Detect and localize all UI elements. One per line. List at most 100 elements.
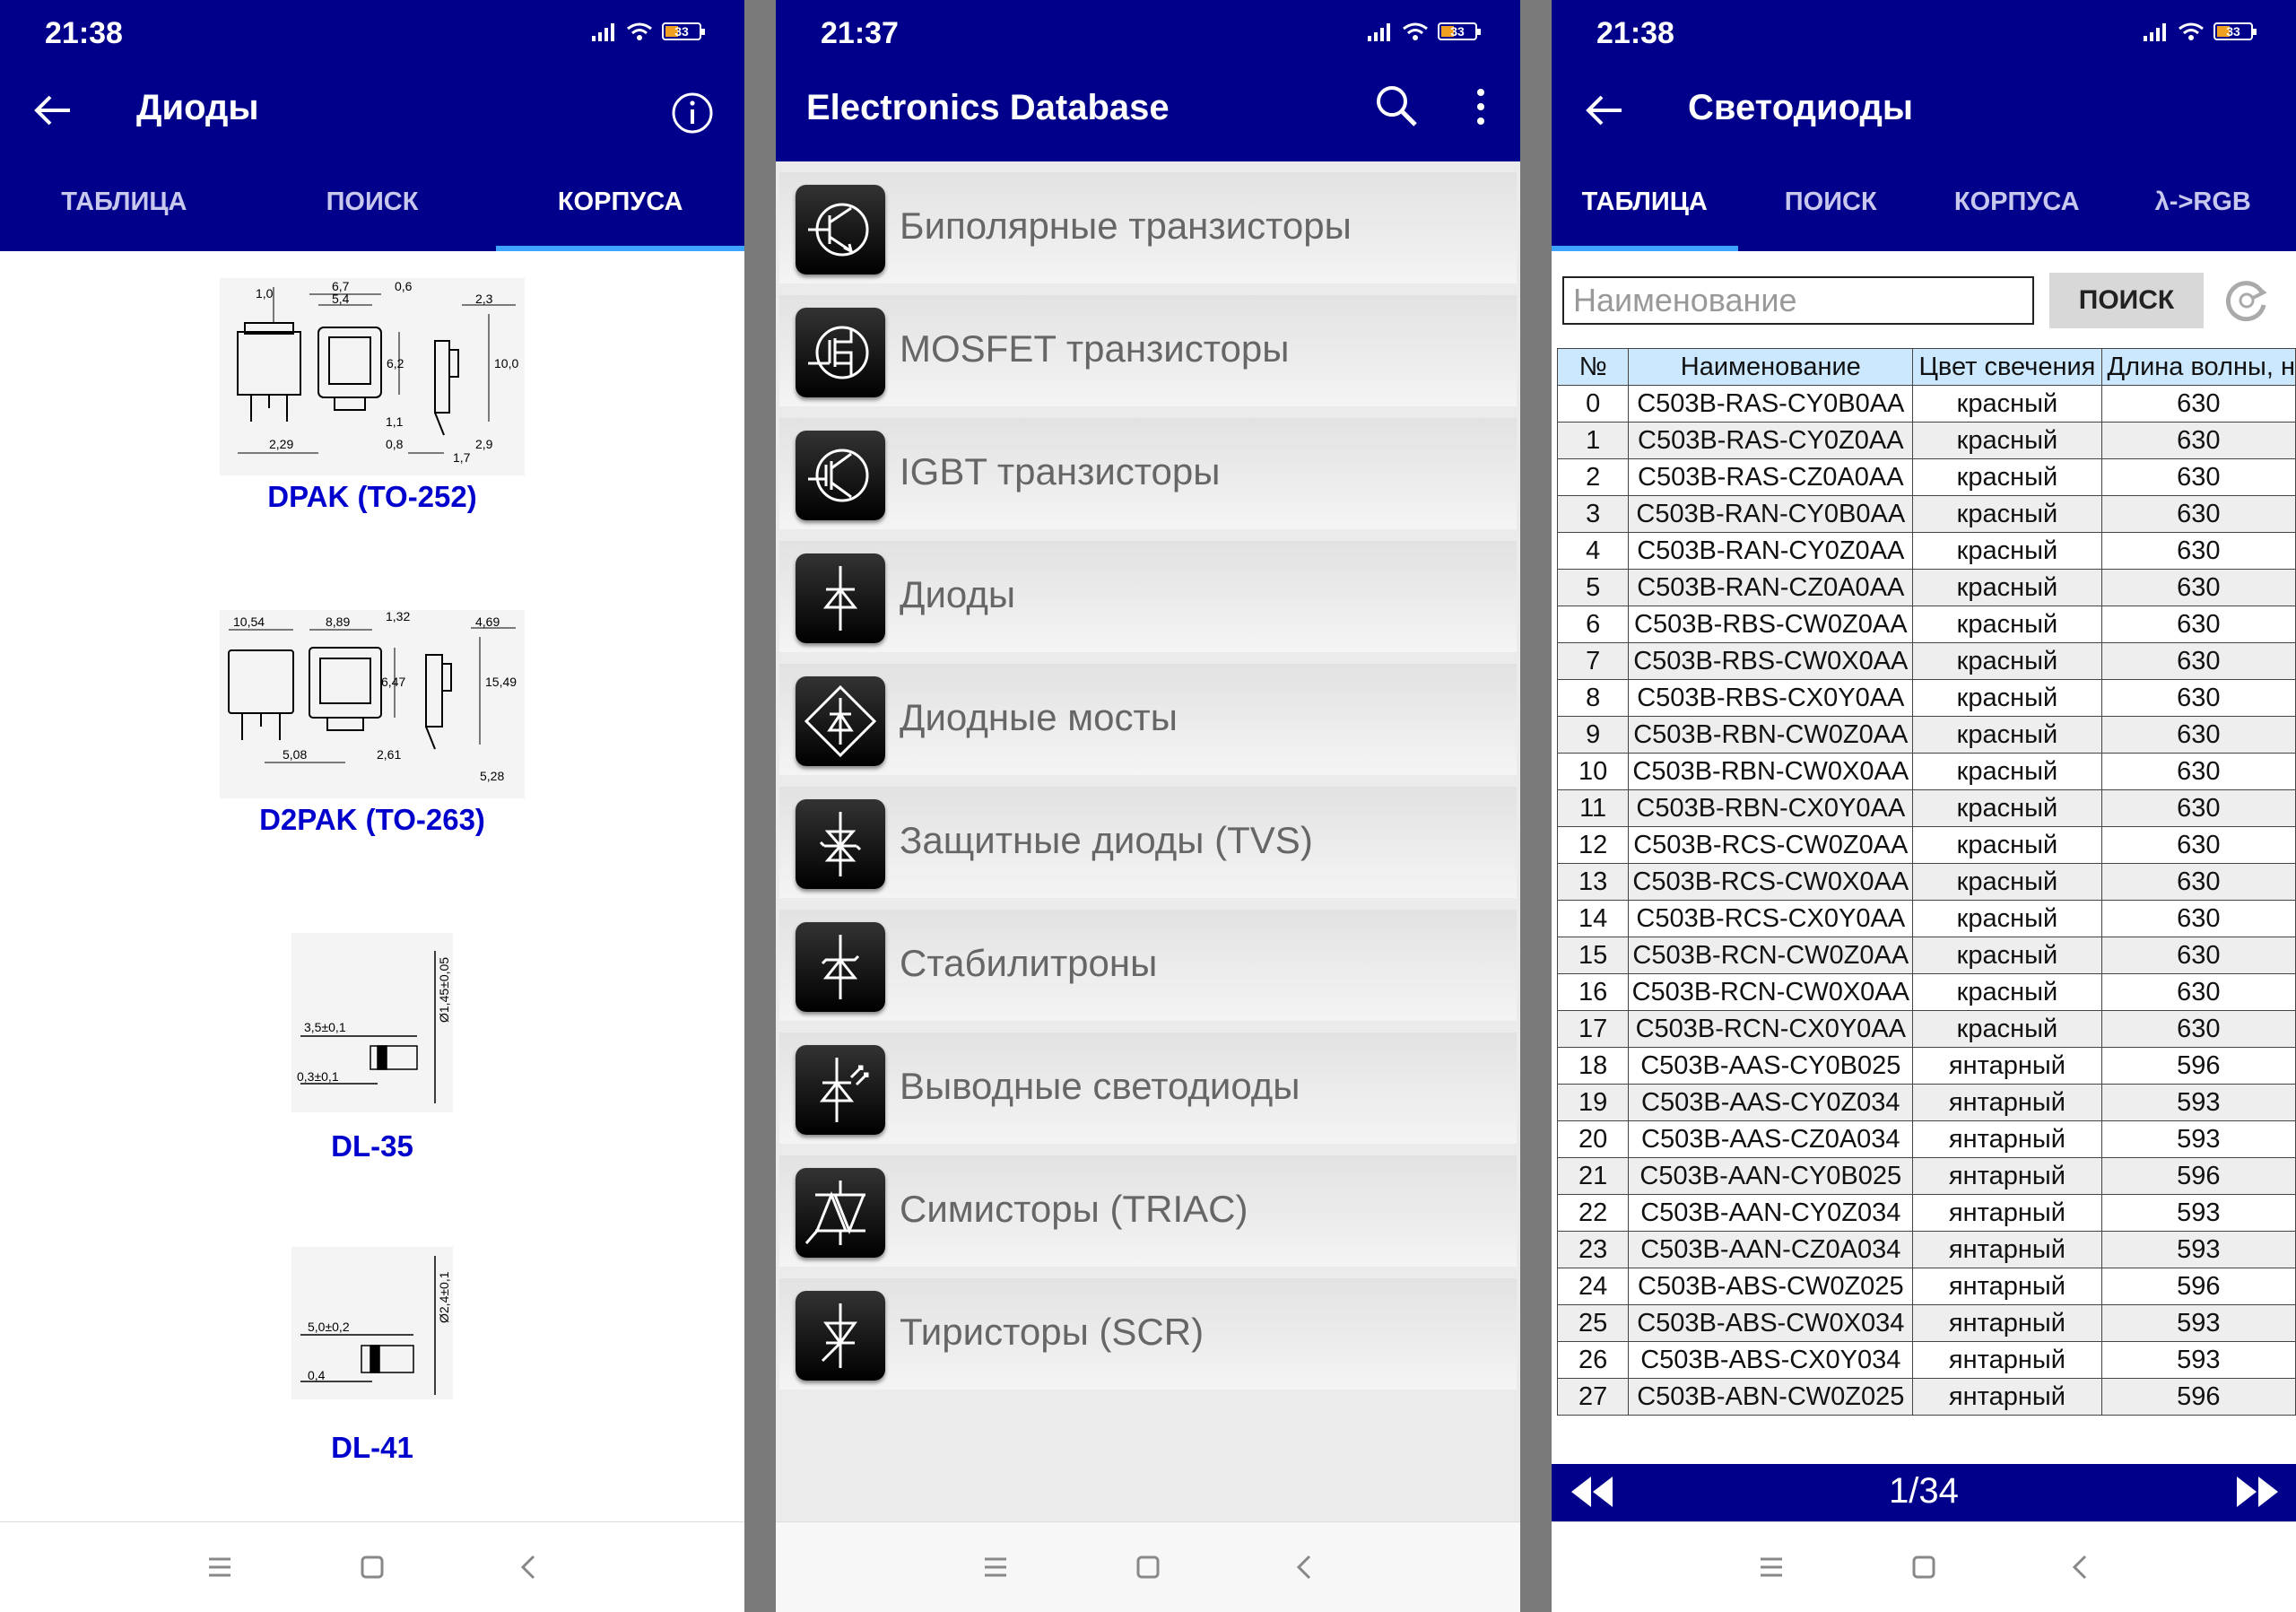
tab-search[interactable]: ПОИСК [248,152,497,251]
package-dl41[interactable]: 5,0±0,2 0,4 Ø2,4±0,1 DL-41 [0,1247,744,1465]
column-header[interactable]: Цвет свечения [1912,348,2102,386]
row-number-cell: 21 [1556,1157,1630,1195]
menu-item-scr[interactable]: Тиристоры (SCR) [779,1278,1517,1390]
page-title: Светодиоды [1688,88,1914,127]
table-row[interactable]: 1 C503B-RAS-CY0Z0AA красный 630 [1556,422,2296,459]
table-row[interactable]: 13 C503B-RCS-CW0X0AA красный 630 [1556,863,2296,901]
table-row[interactable]: 14 C503B-RCS-CX0Y0AA красный 630 [1556,900,2296,937]
dim-label: 0,3±0,1 [297,1069,339,1084]
tab-search[interactable]: ПОИСК [1738,152,1925,251]
tab-wavelength-rgb[interactable]: λ->RGB [2110,152,2296,251]
table-row[interactable]: 10 C503B-RBN-CW0X0AA красный 630 [1556,753,2296,790]
more-options-icon[interactable] [1472,86,1490,127]
home-nav-icon[interactable] [1130,1549,1166,1585]
info-icon[interactable] [671,91,714,135]
dim-label: 4,69 [475,614,500,629]
table-row[interactable]: 12 C503B-RCS-CW0Z0AA красный 630 [1556,826,2296,864]
menu-item-tvs[interactable]: Защитные диоды (TVS) [779,787,1517,898]
color-cell: красный [1912,826,2102,864]
color-cell: красный [1912,753,2102,790]
package-d2pak[interactable]: 10,54 8,89 1,32 4,69 6,47 15,49 5,08 2,6… [0,609,744,837]
tab-packages[interactable]: КОРПУСА [1924,152,2110,251]
search-button[interactable]: ПОИСК [2049,273,2204,328]
dl35-drawing: 3,5±0,1 0,3±0,1 Ø1,45±0,05 [291,933,453,1112]
wavelength-cell: 630 [2100,606,2296,643]
back-arrow-icon[interactable] [30,88,75,133]
menu-item-diodes[interactable]: Диоды [779,541,1517,652]
menu-item-label: Стабилитроны [900,942,1158,984]
tab-packages[interactable]: КОРПУСА [496,152,744,251]
table-row[interactable]: 3 C503B-RAN-CY0B0AA красный 630 [1556,495,2296,533]
home-nav-icon[interactable] [1906,1549,1942,1585]
table-row[interactable]: 22 C503B-AAN-CY0Z034 янтарный 593 [1556,1194,2296,1232]
menu-item-zener[interactable]: Стабилитроны [779,910,1517,1021]
refresh-icon[interactable] [2222,276,2271,325]
table-row[interactable]: 0 C503B-RAS-CY0B0AA красный 630 [1556,385,2296,423]
table-row[interactable]: 25 C503B-ABS-CW0X034 янтарный 593 [1556,1304,2296,1342]
tab-table[interactable]: ТАБЛИЦА [1552,152,1738,251]
home-nav-icon[interactable] [354,1549,390,1585]
dim-label: 2,29 [269,437,293,451]
menu-nav-icon[interactable] [202,1549,238,1585]
table-row[interactable]: 2 C503B-RAS-CZ0A0AA красный 630 [1556,458,2296,496]
menu-item-bridges[interactable]: Диодные мосты [779,664,1517,775]
menu-item-triac[interactable]: Симисторы (TRIAC) [779,1155,1517,1267]
table-row[interactable]: 17 C503B-RCN-CX0Y0AA красный 630 [1556,1010,2296,1048]
back-nav-icon[interactable] [511,1549,547,1585]
back-nav-icon[interactable] [1287,1549,1323,1585]
name-cell: C503B-AAN-CZ0A034 [1628,1231,1914,1268]
table-row[interactable]: 24 C503B-ABS-CW0Z025 янтарный 596 [1556,1268,2296,1305]
scr-icon [796,1291,885,1381]
back-arrow-icon[interactable] [1582,88,1627,133]
table-row[interactable]: 4 C503B-RAN-CY0Z0AA красный 630 [1556,532,2296,570]
table-row[interactable]: 19 C503B-AAS-CY0Z034 янтарный 593 [1556,1084,2296,1121]
wavelength-cell: 630 [2100,716,2296,754]
table-row[interactable]: 6 C503B-RBS-CW0Z0AA красный 630 [1556,606,2296,643]
menu-item-leds[interactable]: Выводные светодиоды [779,1033,1517,1144]
row-number-cell: 15 [1556,937,1630,974]
triac-icon [796,1168,885,1258]
color-cell: янтарный [1912,1194,2102,1232]
battery-icon: 33 [1438,22,1481,40]
table-row[interactable]: 16 C503B-RCN-CW0X0AA красный 630 [1556,973,2296,1011]
row-number-cell: 19 [1556,1084,1630,1121]
table-row[interactable]: 11 C503B-RBN-CX0Y0AA красный 630 [1556,789,2296,827]
table-row[interactable]: 26 C503B-ABS-CX0Y034 янтарный 593 [1556,1341,2296,1379]
system-nav-bar [776,1521,1520,1612]
back-nav-icon[interactable] [2063,1549,2099,1585]
table-row[interactable]: 23 C503B-AAN-CZ0A034 янтарный 593 [1556,1231,2296,1268]
column-header[interactable]: № [1556,348,1630,386]
search-icon[interactable] [1373,83,1420,129]
column-header[interactable]: Наименование [1628,348,1914,386]
package-dpak[interactable]: 1,0 6,7 5,4 0,6 2,3 6,2 10,0 2,29 1,1 0,… [0,278,744,514]
name-cell: C503B-RCS-CX0Y0AA [1628,900,1914,937]
table-row[interactable]: 27 C503B-ABN-CW0Z025 янтарный 596 [1556,1378,2296,1416]
table-row[interactable]: 5 C503B-RAN-CZ0A0AA красный 630 [1556,569,2296,606]
d2pak-drawing: 10,54 8,89 1,32 4,69 6,47 15,49 5,08 2,6… [220,609,525,798]
color-cell: красный [1912,1010,2102,1048]
dim-label: Ø1,45±0,05 [437,957,451,1023]
table-row[interactable]: 20 C503B-AAS-CZ0A034 янтарный 593 [1556,1120,2296,1158]
battery-icon: 33 [662,22,705,40]
menu-item-mosfet[interactable]: MOSFET транзисторы [779,295,1517,406]
table-row[interactable]: 7 C503B-RBS-CW0X0AA красный 630 [1556,642,2296,680]
next-page-icon[interactable] [2235,1475,2282,1509]
color-cell: янтарный [1912,1120,2102,1158]
table-row[interactable]: 21 C503B-AAN-CY0B025 янтарный 596 [1556,1157,2296,1195]
table-row[interactable]: 18 C503B-AAS-CY0B025 янтарный 596 [1556,1047,2296,1085]
column-header[interactable]: Длина волны, н [2100,348,2296,386]
dim-label: 2,9 [475,437,493,451]
table-row[interactable]: 15 C503B-RCN-CW0Z0AA красный 630 [1556,937,2296,974]
app-bar: 21:38 33 Диоды ТАБЛИЦА ПОИСК КОРПУСА [0,0,744,251]
menu-nav-icon[interactable] [978,1549,1013,1585]
menu-nav-icon[interactable] [1753,1549,1789,1585]
color-cell: красный [1912,458,2102,496]
tab-table[interactable]: ТАБЛИЦА [0,152,248,251]
table-row[interactable]: 9 C503B-RBN-CW0Z0AA красный 630 [1556,716,2296,754]
search-input[interactable]: Наименование [1562,276,2034,325]
name-cell: C503B-AAN-CY0B025 [1628,1157,1914,1195]
menu-item-bipolar[interactable]: Биполярные транзисторы [779,172,1517,283]
table-row[interactable]: 8 C503B-RBS-CX0Y0AA красный 630 [1556,679,2296,717]
menu-item-igbt[interactable]: IGBT транзисторы [779,418,1517,529]
package-dl35[interactable]: 3,5±0,1 0,3±0,1 Ø1,45±0,05 DL-35 [0,933,744,1163]
